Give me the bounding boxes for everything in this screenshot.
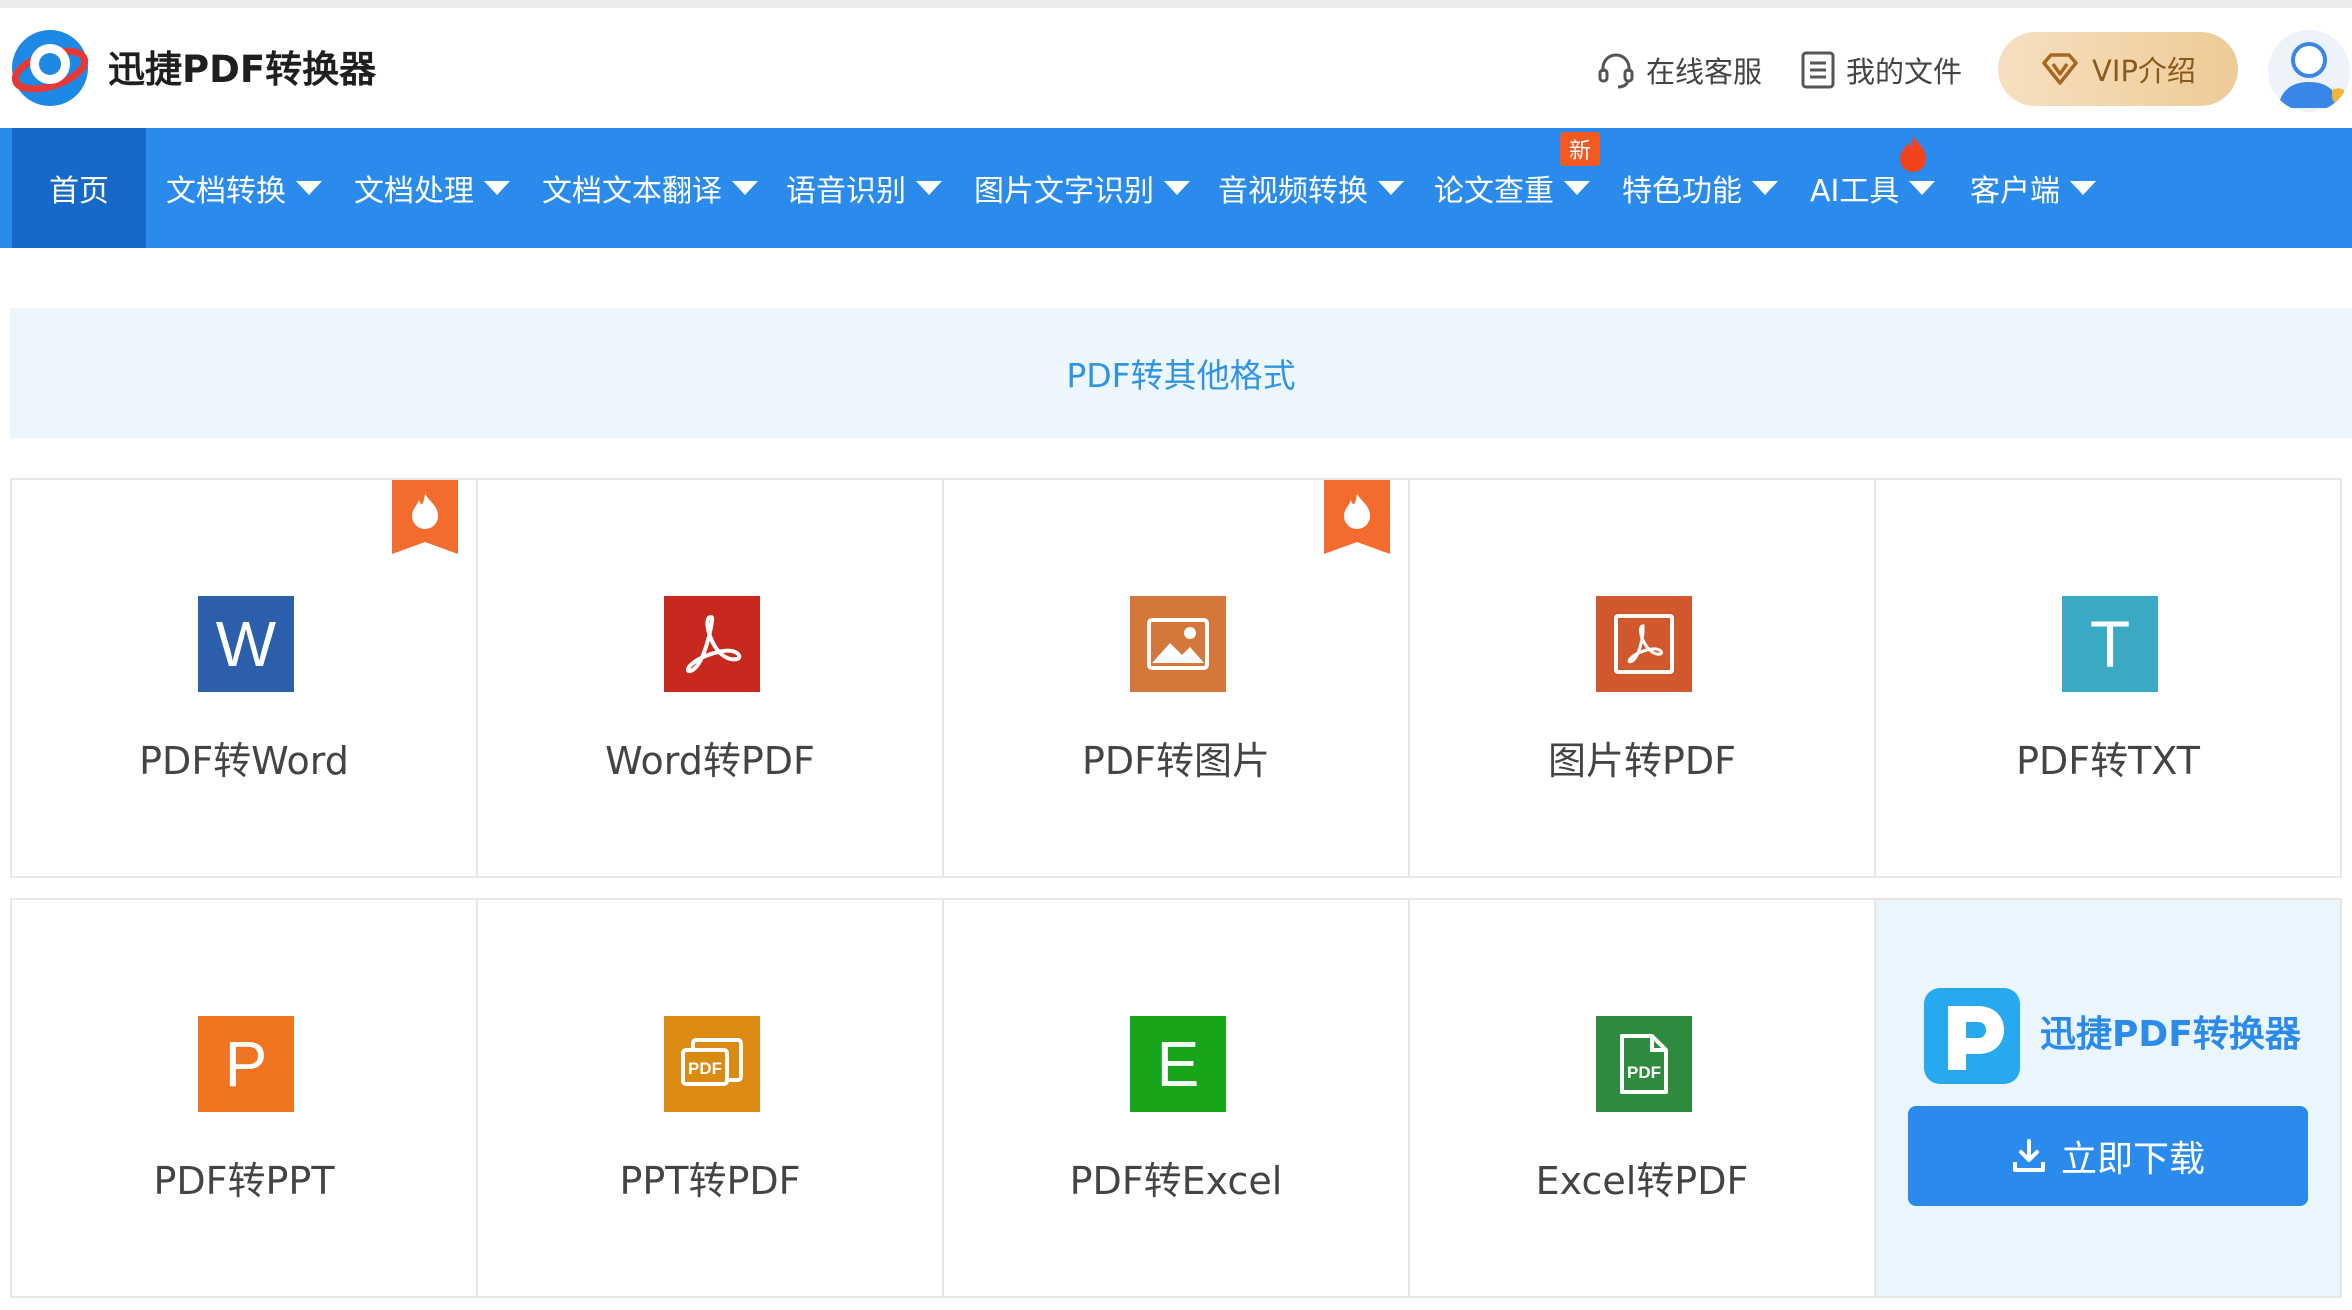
hot-flag-icon	[392, 480, 458, 554]
download-card: 迅捷PDF转换器 立即下载	[1874, 898, 2342, 1298]
tool-excel-to-pdf[interactable]: PDF Excel转PDF	[1408, 898, 1876, 1298]
download-title: 迅捷PDF转换器	[2040, 1014, 2301, 1055]
nav-client[interactable]: 客户端	[1970, 128, 2096, 248]
hot-flag-icon	[1324, 480, 1390, 554]
tool-label: Excel转PDF	[1535, 1159, 1749, 1203]
online-service-link[interactable]: 在线客服	[1596, 46, 1762, 94]
my-files-label: 我的文件	[1846, 55, 1963, 89]
nav-speech-recognition[interactable]: 语音识别	[786, 128, 942, 248]
tool-label: PPT转PDF	[619, 1159, 801, 1203]
online-service-label: 在线客服	[1646, 55, 1763, 89]
chevron-down-icon	[916, 181, 942, 195]
vip-intro-button[interactable]: VIP介绍	[1998, 32, 2238, 106]
nav-image-ocr[interactable]: 图片文字识别	[974, 128, 1190, 248]
vip-intro-label: VIP介绍	[2092, 54, 2196, 88]
section-title: PDF转其他格式	[10, 308, 2352, 438]
chevron-down-icon	[732, 181, 758, 195]
excel-to-pdf-icon: PDF	[1596, 1016, 1692, 1112]
app-p-logo-icon	[1924, 988, 2020, 1084]
user-avatar[interactable]	[2268, 30, 2350, 112]
chevron-down-icon	[2070, 181, 2096, 195]
tool-pdf-to-excel[interactable]: E PDF转Excel	[942, 898, 1410, 1298]
top-divider	[0, 0, 2352, 8]
download-now-label: 立即下载	[2060, 1139, 2205, 1180]
nav-home[interactable]: 首页	[12, 128, 146, 248]
tool-pdf-to-word[interactable]: W PDF转Word	[10, 478, 478, 878]
chevron-down-icon	[296, 181, 322, 195]
tool-pdf-to-image[interactable]: PDF转图片	[942, 478, 1410, 878]
my-files-link[interactable]: 我的文件	[1800, 46, 1962, 94]
tool-label: PDF转PPT	[153, 1159, 335, 1203]
image-to-pdf-icon	[1596, 596, 1692, 692]
tool-label: PDF转TXT	[2016, 739, 2200, 783]
chevron-down-icon	[1378, 181, 1404, 195]
download-now-button[interactable]: 立即下载	[1908, 1106, 2308, 1206]
app-logo-icon[interactable]	[8, 26, 92, 110]
nav-special-features[interactable]: 特色功能	[1622, 128, 1778, 248]
chevron-down-icon	[1909, 181, 1936, 195]
tool-grid-row-2: P PDF转PPT PDF PPT转PDF E PDF转Excel PDF Ex…	[10, 898, 2350, 1298]
excel-icon: E	[1130, 1016, 1226, 1112]
tool-label: Word转PDF	[605, 739, 815, 783]
nav-doc-convert[interactable]: 文档转换	[166, 128, 322, 248]
tool-label: PDF转图片	[1081, 739, 1271, 783]
download-icon	[2012, 1139, 2045, 1172]
chevron-down-icon	[1564, 181, 1590, 195]
tool-pdf-to-txt[interactable]: T PDF转TXT	[1874, 478, 2342, 878]
chevron-down-icon	[1164, 181, 1190, 195]
tool-word-to-pdf[interactable]: Word转PDF	[476, 478, 944, 878]
header: 迅捷PDF转换器 在线客服 我的文件 VIP介绍	[0, 8, 2352, 128]
user-icon	[2278, 42, 2344, 108]
image-icon	[1130, 596, 1226, 692]
hot-flame-icon	[1900, 136, 1926, 172]
tool-grid-row-1: W PDF转Word Word转PDF PDF转图片 图片转PDF T PDF转…	[10, 478, 2350, 878]
document-icon	[1801, 51, 1835, 89]
txt-icon: T	[2062, 596, 2158, 692]
diamond-icon	[2042, 53, 2078, 85]
tool-ppt-to-pdf[interactable]: PDF PPT转PDF	[476, 898, 944, 1298]
tool-label: PDF转Word	[139, 739, 349, 783]
chevron-down-icon	[1752, 181, 1778, 195]
svg-text:PDF: PDF	[688, 1059, 722, 1078]
nav-av-convert[interactable]: 音视频转换	[1218, 128, 1404, 248]
word-icon: W	[198, 596, 294, 692]
svg-text:PDF: PDF	[1627, 1063, 1661, 1082]
nav-doc-process[interactable]: 文档处理	[354, 128, 510, 248]
new-badge: 新	[1560, 132, 1600, 166]
ppt-to-pdf-icon: PDF	[664, 1016, 760, 1112]
acrobat-icon	[664, 596, 760, 692]
tool-label: PDF转Excel	[1069, 1159, 1283, 1203]
headset-icon	[1598, 53, 1634, 89]
chevron-down-icon	[484, 181, 510, 195]
tool-pdf-to-ppt[interactable]: P PDF转PPT	[10, 898, 478, 1298]
tool-label: 图片转PDF	[1547, 739, 1737, 783]
nav-doc-translate[interactable]: 文档文本翻译	[542, 128, 758, 248]
brand-name[interactable]: 迅捷PDF转换器	[108, 46, 376, 94]
ppt-icon: P	[198, 1016, 294, 1112]
main-nav: 首页 文档转换 文档处理 文档文本翻译 语音识别 图片文字识别 音视频转换 论文…	[0, 128, 2352, 248]
tool-image-to-pdf[interactable]: 图片转PDF	[1408, 478, 1876, 878]
